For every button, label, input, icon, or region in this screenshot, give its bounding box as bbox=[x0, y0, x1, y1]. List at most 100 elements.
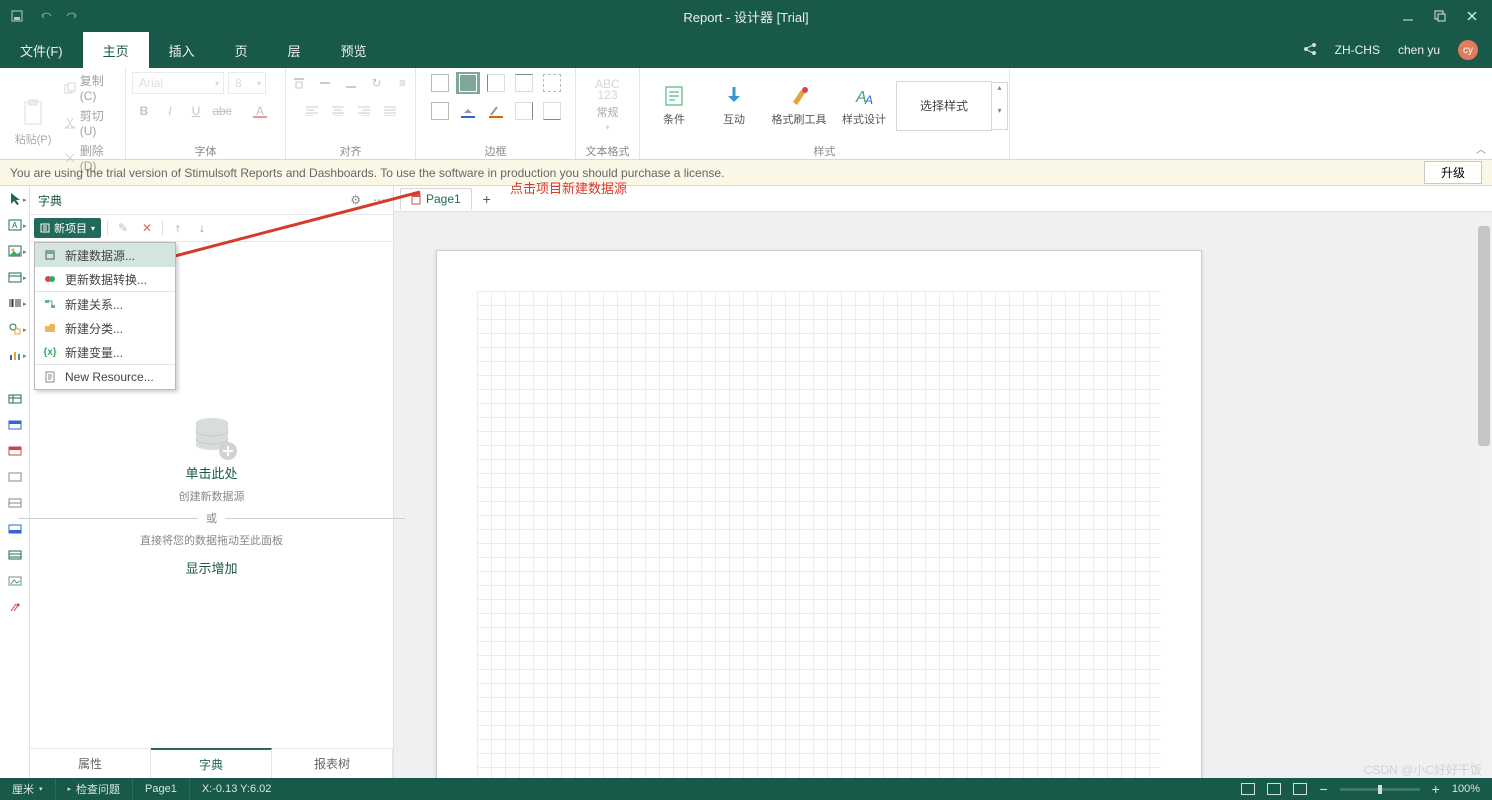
dict-settings-icon[interactable]: ⚙ bbox=[350, 193, 361, 207]
toolbox-band-group-icon[interactable] bbox=[7, 548, 23, 562]
tab-properties[interactable]: 属性 bbox=[30, 749, 151, 778]
style-designer-button[interactable]: AA样式设计 bbox=[836, 84, 892, 127]
toolbox-band-header-icon[interactable] bbox=[7, 418, 23, 432]
ribbon-collapse-icon[interactable]: ︿ bbox=[1470, 68, 1492, 159]
border-none-icon[interactable] bbox=[456, 72, 480, 94]
text-format-button[interactable]: ABC123 常规▾ bbox=[582, 79, 633, 132]
dict-up-icon[interactable]: ↑ bbox=[169, 219, 187, 237]
dict-down-icon[interactable]: ↓ bbox=[193, 219, 211, 237]
border-outside-icon[interactable] bbox=[428, 100, 452, 122]
toolbox-settings-icon[interactable] bbox=[7, 600, 23, 614]
lang-label[interactable]: ZH-CHS bbox=[1335, 43, 1380, 57]
save-icon[interactable] bbox=[10, 9, 24, 23]
toolbox-band-empty-icon[interactable] bbox=[7, 496, 23, 510]
menu-new-datasource[interactable]: 新建数据源... bbox=[35, 243, 175, 267]
align-justify-icon[interactable] bbox=[378, 100, 402, 122]
menu-layer[interactable]: 层 bbox=[268, 32, 321, 68]
style-gallery[interactable]: 选择样式 ▴ ▾ bbox=[896, 81, 992, 131]
align-middle-icon[interactable] bbox=[313, 72, 337, 94]
menu-new-variable[interactable]: {x}新建变量... bbox=[35, 340, 175, 364]
border-top-icon[interactable] bbox=[512, 72, 536, 94]
minimize-icon[interactable] bbox=[1402, 10, 1414, 22]
menu-page[interactable]: 页 bbox=[215, 32, 268, 68]
delete-button[interactable]: 删除(D) bbox=[64, 142, 119, 173]
toolbox-text-icon[interactable]: A▸ bbox=[7, 218, 23, 232]
zoom-in-button[interactable]: + bbox=[1432, 781, 1440, 797]
zoom-value[interactable]: 100% bbox=[1452, 783, 1480, 795]
menu-preview[interactable]: 预览 bbox=[321, 32, 387, 68]
undo-icon[interactable] bbox=[38, 9, 52, 23]
maximize-icon[interactable] bbox=[1434, 10, 1446, 22]
status-unit[interactable]: 厘米▾ bbox=[0, 778, 56, 800]
conditions-button[interactable]: 条件 bbox=[646, 84, 702, 127]
view-mode-1-icon[interactable] bbox=[1241, 783, 1255, 795]
zoom-slider[interactable] bbox=[1340, 788, 1420, 791]
font-color-button[interactable]: A bbox=[248, 100, 272, 122]
border-color-icon[interactable] bbox=[484, 100, 508, 122]
wrap-text-icon[interactable]: ≡ bbox=[391, 72, 415, 94]
user-label[interactable]: chen yu bbox=[1398, 43, 1440, 57]
toolbox-shape-icon[interactable]: ▸ bbox=[7, 322, 23, 336]
report-page[interactable]: ial bbox=[436, 250, 1202, 778]
border-right-icon[interactable] bbox=[512, 100, 536, 122]
toolbox-chart-icon[interactable]: ▸ bbox=[7, 348, 23, 362]
new-item-button[interactable]: 新项目▾ bbox=[34, 218, 101, 238]
toolbox-image-icon[interactable]: ▸ bbox=[7, 244, 23, 258]
rotate-text-icon[interactable]: ↻ bbox=[365, 72, 389, 94]
zoom-out-button[interactable]: − bbox=[1319, 781, 1327, 797]
border-dialog-icon[interactable] bbox=[540, 72, 564, 94]
align-bottom-icon[interactable] bbox=[339, 72, 363, 94]
format-painter-button[interactable]: 格式刷工具 bbox=[766, 84, 832, 127]
align-left-icon[interactable] bbox=[300, 100, 324, 122]
align-right-icon[interactable] bbox=[352, 100, 376, 122]
view-mode-3-icon[interactable] bbox=[1293, 783, 1307, 795]
font-name-select[interactable]: Arial▾ bbox=[132, 72, 224, 94]
toolbox-band-image-icon[interactable] bbox=[7, 574, 23, 588]
menu-file[interactable]: 文件(F) bbox=[0, 32, 83, 68]
tab-report-tree[interactable]: 报表树 bbox=[272, 749, 393, 778]
redo-icon[interactable] bbox=[66, 9, 80, 23]
strike-button[interactable]: abc bbox=[210, 100, 234, 122]
paste-button[interactable]: 粘贴(P) bbox=[6, 98, 60, 147]
view-mode-2-icon[interactable] bbox=[1267, 783, 1281, 795]
toolbox-band-gray-icon[interactable] bbox=[7, 470, 23, 484]
align-center-icon[interactable] bbox=[326, 100, 350, 122]
menu-new-relation[interactable]: 新建关系... bbox=[35, 292, 175, 316]
vertical-scrollbar[interactable] bbox=[1476, 212, 1492, 778]
menu-insert[interactable]: 插入 bbox=[149, 32, 215, 68]
toolbox-band-red-icon[interactable] bbox=[7, 444, 23, 458]
toolbox-panel-icon[interactable]: ▸ bbox=[7, 270, 23, 284]
align-top-icon[interactable] bbox=[287, 72, 311, 94]
border-all-icon[interactable] bbox=[428, 72, 452, 94]
border-bottom-icon[interactable] bbox=[540, 100, 564, 122]
fill-color-icon[interactable] bbox=[456, 100, 480, 122]
toolbox-barcode-icon[interactable]: ▸ bbox=[7, 296, 23, 310]
border-left-icon[interactable] bbox=[484, 72, 508, 94]
canvas-scroll[interactable]: ial bbox=[394, 212, 1492, 778]
tab-dictionary[interactable]: 字典 bbox=[151, 748, 272, 778]
status-check[interactable]: ▸检查问题 bbox=[56, 778, 134, 800]
add-page-button[interactable]: + bbox=[478, 190, 496, 208]
font-size-select[interactable]: 8▾ bbox=[228, 72, 266, 94]
menu-new-category[interactable]: 新建分类... bbox=[35, 316, 175, 340]
avatar[interactable]: cy bbox=[1458, 40, 1478, 60]
cut-button[interactable]: 剪切(U) bbox=[64, 107, 119, 138]
toolbox-pointer-icon[interactable]: ▸ bbox=[7, 192, 23, 206]
hint-click-here[interactable]: 单击此处 bbox=[185, 463, 237, 482]
close-icon[interactable] bbox=[1466, 10, 1478, 22]
page-tab[interactable]: Page1 bbox=[400, 188, 472, 210]
menu-new-resource[interactable]: New Resource... bbox=[35, 365, 175, 389]
upgrade-button[interactable]: 升级 bbox=[1424, 161, 1482, 184]
toolbox-band-data-icon[interactable] bbox=[7, 392, 23, 406]
copy-button[interactable]: 复制(C) bbox=[64, 72, 119, 103]
interactive-button[interactable]: 互动 bbox=[706, 84, 762, 127]
status-page[interactable]: Page1 bbox=[133, 778, 190, 800]
dict-delete-icon[interactable]: ✕ bbox=[138, 219, 156, 237]
underline-button[interactable]: U bbox=[184, 100, 208, 122]
menu-update-transform[interactable]: 更新数据转换... bbox=[35, 267, 175, 291]
italic-button[interactable]: I bbox=[158, 100, 182, 122]
show-add-link[interactable]: 显示增加 bbox=[185, 558, 237, 577]
dict-edit-icon[interactable]: ✎ bbox=[114, 219, 132, 237]
menu-home[interactable]: 主页 bbox=[83, 32, 149, 68]
bold-button[interactable]: B bbox=[132, 100, 156, 122]
